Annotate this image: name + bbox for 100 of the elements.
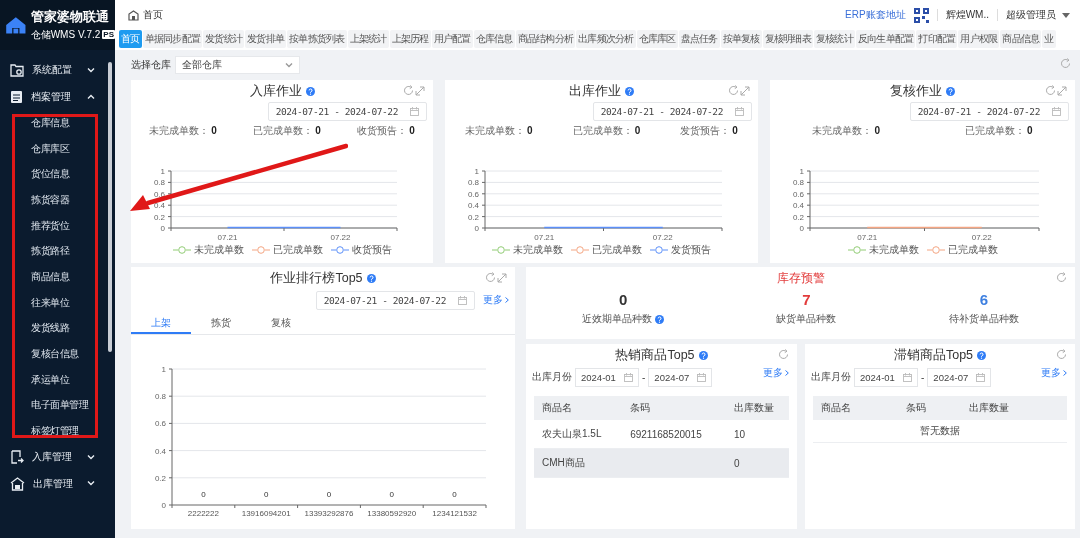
tab[interactable]: 按单复核 (720, 30, 762, 48)
tab[interactable]: 盘点任务 (678, 30, 720, 48)
axis-label: 2222222 (187, 509, 219, 517)
help-icon (625, 86, 634, 96)
value-label: 0 (326, 490, 332, 499)
axis-label: 0.4 (154, 446, 166, 456)
axis-label: 1 (161, 365, 166, 374)
tab[interactable]: 业 (1042, 30, 1056, 48)
breadcrumb[interactable]: 首页 (143, 8, 163, 22)
axis-label: 0.4 (467, 201, 479, 211)
axis-label: 0.4 (153, 201, 165, 211)
month-field[interactable]: 2024-01 (575, 367, 639, 387)
month-field[interactable]: 2024-01 (854, 367, 918, 387)
axis-label: 0.6 (154, 419, 166, 429)
panel-title: 作业排行榜Top5 (270, 269, 363, 287)
sidebar-item[interactable]: 系统配置 (0, 57, 115, 84)
tab[interactable]: 用户配置 (431, 30, 473, 48)
tab[interactable]: 商品结构分析 (515, 30, 575, 48)
metric-value: 6 (979, 291, 988, 308)
user-menu[interactable]: 超级管理员 (1006, 8, 1070, 22)
tab[interactable]: 上架 (131, 314, 191, 334)
stat-text: 发货预告： 0 (680, 124, 738, 138)
axis-label: 0 (799, 224, 804, 233)
tab[interactable]: 按单拣货列表 (287, 30, 347, 48)
tab[interactable]: 复核 (251, 314, 311, 334)
axis-label: 07.21 (534, 233, 555, 242)
tab[interactable]: 发货排单 (245, 30, 286, 48)
refresh-icon (1045, 85, 1056, 96)
refresh-icon (403, 85, 414, 96)
tab[interactable]: 上架统计 (347, 30, 389, 48)
help-icon (977, 350, 987, 360)
legend-label: 未完成单数 (513, 243, 563, 257)
sidebar-subitem[interactable]: 承运单位 (0, 366, 115, 393)
sidebar-subitem[interactable]: 复核台信息 (0, 341, 115, 367)
sidebar-subitem[interactable]: 仓库库区 (0, 135, 115, 162)
date-range-field[interactable]: 2024-07-21 - 2024-07-22 (592, 102, 752, 121)
tab[interactable]: 上架历程 (389, 30, 431, 48)
warehouse-select[interactable]: 全部仓库 (175, 56, 300, 74)
axis-label: 1 (799, 167, 804, 176)
sidebar-item[interactable]: 档案管理 (0, 83, 115, 110)
month-field[interactable]: 2024-07 (648, 367, 713, 387)
axis-label: 0.6 (153, 189, 165, 199)
month-field[interactable]: 2024-07 (927, 367, 992, 387)
chevron-down-icon (285, 62, 293, 68)
expand-icon (740, 85, 750, 96)
sidebar-subitem[interactable]: 商品信息 (0, 264, 115, 290)
calendar-icon (697, 372, 707, 382)
tab[interactable]: 用户权限 (958, 30, 1000, 48)
date-range-field[interactable]: 2024-07-21 - 2024-07-22 (909, 102, 1069, 121)
sidebar-subitem[interactable]: 电子面单管理 (0, 392, 115, 419)
help-icon (305, 86, 315, 96)
sidebar-subitem[interactable]: 往来单位 (0, 289, 115, 316)
sidebar-subitem[interactable]: 标签灯管理 (0, 418, 115, 444)
axis-label: 0.8 (792, 178, 804, 188)
axis-label: 0.8 (467, 178, 479, 188)
sidebar-subitem[interactable]: 拣货路径 (0, 238, 115, 265)
legend-label: 未完成单数 (193, 243, 244, 257)
stat-text: 已完成单数： 0 (253, 124, 321, 138)
tab[interactable]: 拣货 (191, 314, 251, 334)
account-name[interactable]: 辉煌WM.. (945, 8, 989, 22)
axis-label: 0.8 (153, 178, 165, 188)
tab[interactable]: 单据同步配置 (142, 30, 202, 48)
tab[interactable]: 商品信息 (1000, 30, 1042, 48)
expand-icon (415, 85, 425, 96)
sidebar-subitem[interactable]: 仓库信息 (0, 110, 115, 136)
axis-label: 0 (474, 224, 479, 233)
legend-label: 未完成单数 (868, 243, 919, 257)
tab[interactable]: 复核明细表 (762, 30, 813, 48)
axis-label: 0.2 (153, 212, 165, 222)
sidebar-item[interactable]: 入库管理 (0, 443, 115, 471)
axis-label: 07.21 (217, 233, 238, 242)
sidebar-subitem[interactable]: 货位信息 (0, 161, 115, 188)
axis-label: 0.2 (792, 212, 804, 222)
tab[interactable]: 反向生单配置 (855, 30, 916, 48)
axis-label: 07.22 (971, 233, 992, 242)
sidebar-subitem[interactable]: 发货线路 (0, 315, 115, 342)
tab[interactable]: 出库频次分析 (576, 30, 636, 48)
tab[interactable]: 复核统计 (813, 30, 855, 48)
more-link[interactable]: 更多 (483, 293, 509, 307)
tab[interactable]: 仓库信息 (473, 30, 515, 48)
expand-icon (1057, 85, 1067, 96)
tab[interactable]: 发货统计 (203, 30, 244, 48)
more-link[interactable]: 更多 (1041, 366, 1067, 380)
date-range-field[interactable]: 2024-07-21 - 2024-07-22 (267, 102, 427, 121)
date-range-field[interactable]: 2024-07-21 - 2024-07-22 (315, 290, 475, 310)
panel-title: 入库作业 (249, 82, 302, 100)
legend-label: 发货预告 (671, 243, 711, 257)
sidebar-subitem[interactable]: 拣货容器 (0, 187, 115, 213)
erp-link[interactable]: ERP账套地址 (845, 8, 906, 22)
more-link[interactable]: 更多 (763, 366, 789, 380)
sidebar-item[interactable]: 出库管理 (0, 470, 115, 497)
document-icon (10, 89, 23, 104)
axis-label: 07.22 (652, 233, 673, 242)
tab[interactable]: 打印配置 (916, 30, 958, 48)
sidebar-subitem[interactable]: 推荐货位 (0, 212, 115, 239)
scrollbar[interactable] (108, 62, 112, 352)
axis-label: 0.8 (154, 392, 166, 402)
tab[interactable]: 仓库库区 (636, 30, 678, 48)
axis-label: 0.6 (467, 189, 479, 199)
caret-icon (1062, 12, 1070, 18)
